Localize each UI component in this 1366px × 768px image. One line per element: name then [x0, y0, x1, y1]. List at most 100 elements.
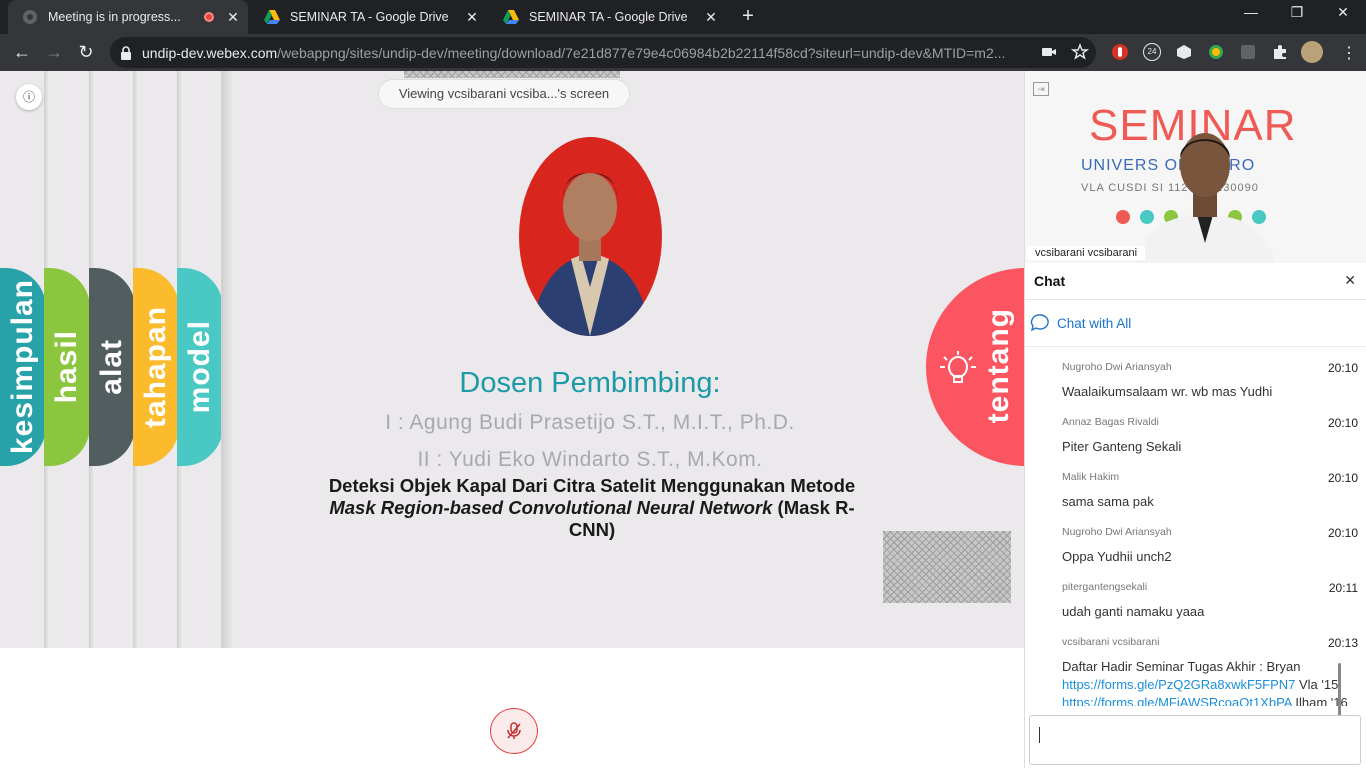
- lock-icon: [121, 45, 131, 60]
- side-panel-model: model: [177, 71, 225, 648]
- side-tab-hasil: hasil: [44, 268, 90, 466]
- participant-video: ⇥ SEMINAR UNIVERS ONEGORO VLA CUSDI SI 1…: [1024, 71, 1366, 263]
- message-body: udah ganti namaku yaaa: [1062, 604, 1205, 619]
- url-text: undip-dev.webex.com/webappng/sites/undip…: [142, 45, 1042, 61]
- chat-bubble-icon: [1030, 314, 1049, 332]
- message-sender: Annaz Bagas Rivaldi: [1062, 416, 1159, 428]
- advisor-2: II : Yudi Eko Windarto S.T., M.Kom.: [417, 448, 763, 471]
- maximize-button[interactable]: ❐: [1274, 4, 1320, 21]
- chat-panel: Chat ✕ Chat with All Nugroho Dwi Ariansy…: [1024, 263, 1366, 768]
- menu-kebab-icon[interactable]: ⋮: [1340, 43, 1358, 62]
- extension-badge-icon[interactable]: 24: [1143, 43, 1161, 61]
- tab-meeting[interactable]: Meeting is in progress... ✕: [8, 0, 248, 34]
- chat-message: pitergantengsekali 20:11 udah ganti nama…: [1062, 581, 1358, 621]
- message-text: Vla '15: [1295, 677, 1339, 692]
- back-button[interactable]: ←: [10, 41, 34, 65]
- tab-close-icon[interactable]: ✕: [702, 9, 720, 26]
- side-tab-label: tahapan: [139, 305, 172, 429]
- tab-title: Meeting is in progress...: [48, 10, 181, 24]
- chat-message: Annaz Bagas Rivaldi 20:10 Piter Ganteng …: [1062, 416, 1358, 456]
- tentang-label: tentang: [982, 308, 1015, 424]
- participant-figure: [1135, 133, 1275, 263]
- chat-message: vcsibarani vcsibarani 20:13 Daftar Hadir…: [1062, 636, 1358, 706]
- message-sender: Nugroho Dwi Ariansyah: [1062, 361, 1172, 373]
- message-sender: vcsibarani vcsibarani: [1062, 636, 1160, 648]
- message-body: sama sama pak: [1062, 494, 1154, 509]
- bookmark-star-icon[interactable]: [1071, 43, 1089, 61]
- message-time: 20:10: [1327, 361, 1358, 375]
- message-time: 20:10: [1327, 526, 1358, 540]
- chat-with-all[interactable]: Chat with All: [1029, 312, 1131, 334]
- mute-button[interactable]: [490, 708, 538, 754]
- chat-close-icon[interactable]: ✕: [1344, 272, 1356, 289]
- message-link[interactable]: https://forms.gle/MFjAWSRcoaQt1XbPA: [1062, 695, 1292, 706]
- screen-mask: [404, 71, 620, 78]
- screen-mask: [883, 531, 1011, 603]
- extensions-puzzle-icon[interactable]: [1271, 43, 1289, 61]
- chat-message: Malik Hakim 20:10 sama sama pak: [1062, 471, 1358, 511]
- message-body: Daftar Hadir Seminar Tugas Akhir : Bryan…: [1062, 658, 1358, 706]
- message-time: 20:10: [1327, 471, 1358, 485]
- url-path: /webappng/sites/undip-dev/meeting/downlo…: [277, 44, 1006, 61]
- slide-heading: Dosen Pembimbing:: [459, 367, 721, 399]
- tab-title: SEMINAR TA - Google Drive: [290, 10, 449, 24]
- forward-button[interactable]: →: [42, 41, 66, 65]
- side-panel-tahapan: tahapan: [133, 71, 181, 648]
- tab-close-icon[interactable]: ✕: [463, 9, 481, 26]
- tab-title: SEMINAR TA - Google Drive: [529, 10, 688, 24]
- chat-with-label: Chat with All: [1057, 315, 1132, 331]
- chat-message: Nugroho Dwi Ariansyah 20:10 Waalaikumsal…: [1062, 361, 1358, 401]
- camera-icon[interactable]: [1040, 43, 1058, 61]
- url-host: undip-dev.webex.com: [142, 44, 278, 61]
- message-body: Waalaikumsalaam wr. wb mas Yudhi: [1062, 384, 1273, 399]
- chat-title: Chat: [1034, 273, 1066, 289]
- reload-button[interactable]: ↻: [74, 41, 98, 65]
- thesis-title-italic: Mask Region-based Convolutional Neural N…: [329, 497, 773, 518]
- message-body: Piter Ganteng Sekali: [1062, 439, 1182, 454]
- viewing-screen-label: Viewing vcsibarani vcsiba...'s screen: [378, 79, 630, 109]
- info-icon[interactable]: ⓘ: [16, 84, 42, 110]
- chat-header: Chat ✕: [1025, 263, 1366, 300]
- chat-message-input[interactable]: [1029, 715, 1361, 765]
- tentang-label-wrap: tentang: [982, 271, 1016, 461]
- side-panel-alat: alat: [89, 71, 137, 648]
- tab-close-icon[interactable]: ✕: [224, 9, 242, 26]
- message-sender: pitergantengsekali: [1062, 581, 1148, 593]
- message-text: Daftar Hadir Seminar Tugas Akhir : Bryan: [1062, 659, 1301, 674]
- address-bar[interactable]: undip-dev.webex.com/webappng/sites/undip…: [110, 37, 1096, 68]
- browser-toolbar: ← → ↻ undip-dev.webex.com/webappng/sites…: [0, 34, 1366, 71]
- browser-tab-bar: Meeting is in progress... ✕ SEMINAR TA -…: [0, 0, 1366, 34]
- message-time: 20:13: [1327, 636, 1358, 650]
- thesis-title: Deteksi Objek Kapal Dari Citra Satelit M…: [312, 475, 872, 541]
- extension-cube-icon[interactable]: [1175, 43, 1193, 61]
- side-tab-label: kesimpulan: [6, 279, 39, 455]
- side-tab-alat: alat: [89, 268, 135, 466]
- tab-drive-1[interactable]: SEMINAR TA - Google Drive ✕: [250, 0, 487, 34]
- side-tab-label: alat: [95, 339, 128, 395]
- shared-screen: kesimpulan hasil alat tahapan model ⓘ Vi…: [0, 71, 1024, 648]
- side-tab-label: hasil: [50, 330, 83, 404]
- tab-drive-2[interactable]: SEMINAR TA - Google Drive ✕: [489, 0, 726, 34]
- webex-meeting-page: kesimpulan hasil alat tahapan model ⓘ Vi…: [0, 71, 1366, 768]
- minimize-button[interactable]: —: [1228, 4, 1274, 20]
- extension-red-icon[interactable]: [1111, 43, 1129, 61]
- message-time: 20:11: [1328, 581, 1358, 595]
- collapse-video-icon[interactable]: ⇥: [1033, 82, 1049, 96]
- side-panel-kesimpulan: kesimpulan: [0, 71, 48, 648]
- message-link[interactable]: https://forms.gle/PzQ2GRa8xwkF5FPN7: [1062, 677, 1295, 692]
- extension-dark-icon[interactable]: [1239, 43, 1257, 61]
- muted-microphone-icon: [507, 722, 521, 739]
- extension-color-icon[interactable]: [1207, 43, 1225, 61]
- profile-avatar[interactable]: [1301, 41, 1323, 63]
- google-drive-icon: [503, 10, 519, 24]
- side-tab-model: model: [177, 268, 223, 466]
- message-time: 20:10: [1327, 416, 1358, 430]
- close-window-button[interactable]: ✕: [1320, 4, 1366, 21]
- message-body: Oppa Yudhii unch2: [1062, 549, 1172, 564]
- advisor-1: I : Agung Budi Prasetijo S.T., M.I.T., P…: [385, 411, 795, 434]
- message-sender: Malik Hakim: [1062, 471, 1120, 483]
- webex-globe-icon: [23, 10, 37, 24]
- participant-name: vcsibarani vcsibarani: [1027, 246, 1146, 260]
- side-tab-label: model: [183, 320, 216, 414]
- new-tab-button[interactable]: +: [737, 5, 759, 29]
